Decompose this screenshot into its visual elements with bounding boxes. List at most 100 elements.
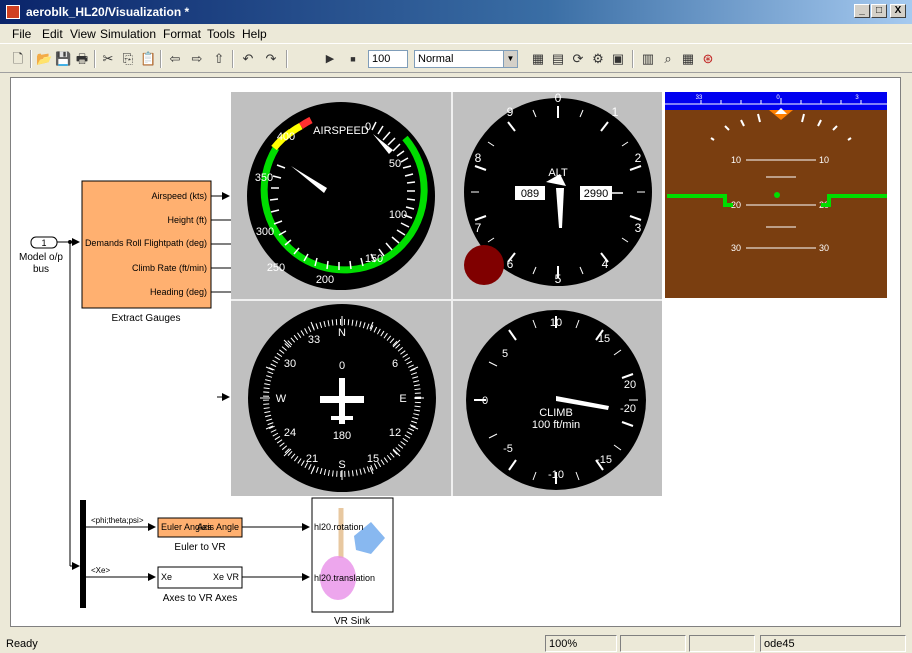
airspeed-tick-label: 350: [255, 172, 273, 184]
altimeter-tick-label: 1: [612, 105, 619, 119]
heading-number: 15: [367, 453, 379, 465]
roll-scale-label: 33: [696, 95, 703, 101]
pitch-ladder-label: 30: [731, 243, 741, 253]
title-bar: aeroblk_HL20/Visualization * _ □ X: [0, 0, 912, 24]
extract-gauges-block[interactable]: Airspeed (kts) Height (ft) Demands Roll …: [81, 180, 212, 324]
build-icon[interactable]: ⚙: [590, 51, 606, 67]
vr-sink-port-rotation: hl20.rotation: [314, 522, 364, 532]
library-icon[interactable]: ▥: [640, 51, 656, 67]
axes-out-port: Xe VR: [213, 572, 240, 582]
airspeed-tick-label: 50: [389, 158, 401, 170]
status-bar: Ready 100% ode45: [0, 634, 912, 653]
simulink-app-icon: [6, 5, 20, 19]
climb-tick-label: 0: [482, 395, 488, 407]
extract-port-label: Airspeed (kts): [151, 191, 207, 201]
chevron-down-icon[interactable]: ▼: [503, 51, 517, 67]
open-icon[interactable]: 📂: [36, 51, 52, 67]
toolbar-separator: [232, 50, 234, 68]
menu-help[interactable]: Help: [242, 27, 267, 41]
play-icon[interactable]: ▶: [322, 51, 338, 67]
status-zoom: 100%: [545, 635, 617, 652]
vr-sink-label: VR Sink: [334, 616, 371, 627]
simulation-mode-select[interactable]: Normal ▼: [414, 50, 518, 68]
climb-unit: 100 ft/min: [532, 419, 580, 431]
menu-view[interactable]: View: [70, 27, 96, 41]
stop-time-input[interactable]: 100: [368, 50, 408, 68]
forward-icon[interactable]: ⇨: [189, 51, 205, 67]
bus-selector[interactable]: [80, 500, 86, 608]
airspeed-tick-label: 250: [267, 262, 285, 274]
climb-tick-label: 20: [624, 379, 636, 391]
undo-icon[interactable]: ↶: [240, 51, 256, 67]
axes-to-vr-block[interactable]: Xe Xe VR Axes to VR Axes: [157, 566, 243, 604]
climb-tick-label: 5: [502, 348, 508, 360]
vr-sink-block[interactable]: hl20.rotation hl20.translation VR Sink: [311, 497, 394, 627]
search-icon[interactable]: ⌕: [660, 51, 676, 67]
copy-icon[interactable]: ⎘: [120, 51, 136, 67]
inport-label: Model o/p: [19, 252, 63, 263]
heading-gauge: N E S W 33 30 6 12 15 21 24 0 180: [248, 304, 436, 492]
extract-port-label: Height (ft): [167, 215, 207, 225]
update-diagram-icon[interactable]: ⟳: [570, 51, 586, 67]
climb-tick-label: -15: [596, 454, 612, 466]
extract-port-label: Climb Rate (ft/min): [132, 263, 207, 273]
extract-port-label: Demands Roll Flightpath (deg): [85, 238, 207, 248]
altimeter-tick-label: 9: [507, 105, 514, 119]
menu-simulation[interactable]: Simulation: [100, 27, 156, 41]
debug-icon[interactable]: ▣: [610, 51, 626, 67]
pitch-ladder-label: 10: [819, 155, 829, 165]
airspeed-title: AIRSPEED: [313, 125, 369, 137]
heading-number: 180: [333, 430, 351, 442]
airspeed-tick-label: 150: [365, 253, 383, 265]
back-icon[interactable]: ⇦: [167, 51, 183, 67]
heading-number: 33: [308, 334, 320, 346]
up-icon[interactable]: ⇧: [211, 51, 227, 67]
cut-icon[interactable]: ✂: [100, 51, 116, 67]
save-icon[interactable]: 💾: [55, 51, 71, 67]
redo-icon[interactable]: ↷: [263, 51, 279, 67]
menu-tools[interactable]: Tools: [207, 27, 235, 41]
heading-number: 21: [306, 453, 318, 465]
altimeter-tick-label: 2: [635, 151, 642, 165]
status-ready: Ready: [6, 638, 38, 650]
print-icon[interactable]: 🖶: [74, 51, 90, 67]
altimeter-tick-label: 8: [475, 151, 482, 165]
extract-port-label: Heading (deg): [150, 287, 207, 297]
properties-icon[interactable]: ▦: [680, 51, 696, 67]
menu-edit[interactable]: Edit: [42, 27, 63, 41]
target-icon[interactable]: ⊛: [700, 51, 716, 67]
library-browser-icon[interactable]: ▤: [550, 51, 566, 67]
altimeter-drum-left: 089: [521, 188, 539, 200]
airspeed-tick-label: 100: [389, 209, 407, 221]
model-canvas[interactable]: AIRSPEED 0 50 100 150 200 250 300 350 40…: [10, 77, 901, 627]
stop-icon[interactable]: ■: [345, 51, 361, 67]
close-button[interactable]: X: [890, 4, 906, 18]
menu-file[interactable]: File: [12, 27, 31, 41]
model-explorer-icon[interactable]: ▦: [530, 51, 546, 67]
paste-icon[interactable]: 📋: [140, 51, 156, 67]
extract-gauges-label: Extract Gauges: [112, 313, 181, 324]
menu-format[interactable]: Format: [163, 27, 201, 41]
altimeter-tick-label: 4: [602, 257, 609, 271]
airspeed-tick-label: 400: [277, 131, 295, 143]
altimeter-tick-label: 7: [475, 221, 482, 235]
inport-number: 1: [41, 238, 46, 248]
toolbar-separator: [286, 50, 288, 68]
airspeed-tick-label: 0: [365, 121, 371, 133]
axes-in-port: Xe: [161, 572, 172, 582]
axes-to-vr-label: Axes to VR Axes: [163, 593, 237, 604]
minimize-button[interactable]: _: [854, 4, 870, 18]
euler-to-vr-label: Euler to VR: [174, 542, 225, 553]
vr-sink-port-translation: hl20.translation: [314, 573, 375, 583]
euler-out-port: Axis Angle: [197, 522, 239, 532]
climb-tick-label: 15: [598, 333, 610, 345]
climb-tick-label: -10: [548, 469, 564, 481]
new-model-icon[interactable]: 🗋: [10, 51, 26, 67]
model-output-inport[interactable]: 1 Model o/p bus: [19, 236, 63, 275]
signal-label-phi: <phi;theta;psi>: [91, 516, 144, 525]
status-empty-1: [620, 635, 686, 652]
maximize-button[interactable]: □: [871, 4, 887, 18]
altimeter-warning-lamp: [464, 245, 504, 285]
altimeter-tick-label: 5: [555, 272, 562, 286]
euler-to-vr-block[interactable]: Euler Angles Axis Angle Euler to VR: [157, 517, 243, 553]
